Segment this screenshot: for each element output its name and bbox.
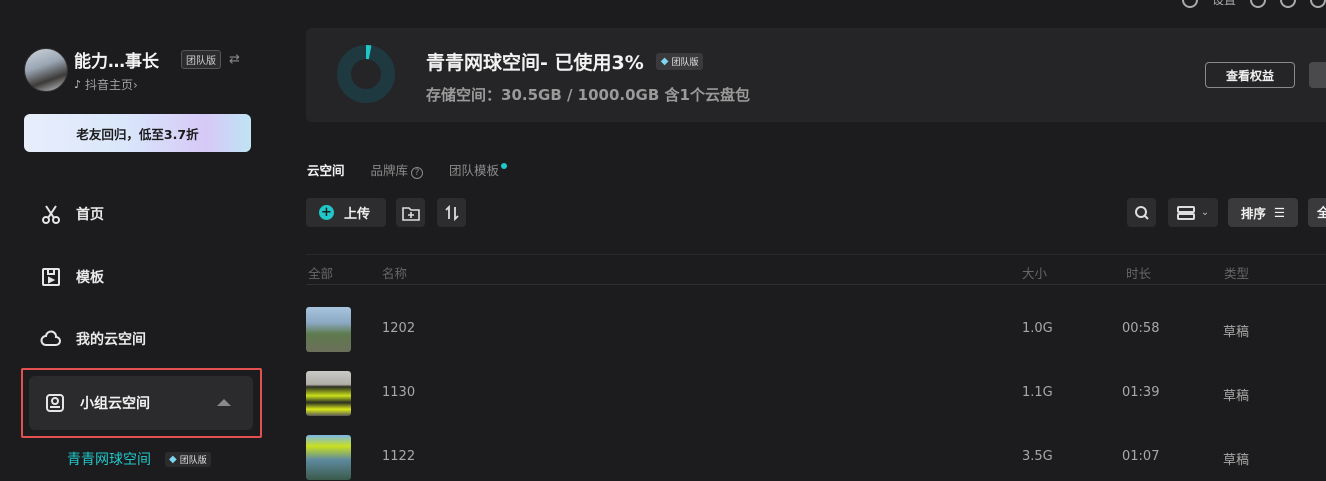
search-icon [1134,205,1149,220]
sort-icon: ☰ [1273,205,1286,220]
transfer-button[interactable] [437,198,466,227]
table-row[interactable]: 1202 1.0G 00:58 草稿 [306,307,1326,353]
view-mode-dropdown[interactable]: ⌄ [1168,198,1218,227]
notification-icon[interactable] [1280,0,1296,8]
upload-label: 上传 [344,207,371,222]
new-folder-icon [401,206,420,221]
douyin-label: 抖音主页› [85,78,138,92]
header-size: 大小 [1022,266,1048,281]
nav-group-cloud-label: 小组云空间 [80,396,150,412]
tab-brand-library[interactable]: 品牌库? [371,160,424,179]
new-dot-icon [501,163,508,169]
user-menu-icon[interactable] [1310,0,1326,8]
nav-templates[interactable]: 模板 [40,266,104,288]
row-name: 1202 [382,321,416,336]
switch-account-icon[interactable]: ⇄ [229,52,240,67]
thumbnail [306,371,351,416]
settings-icon[interactable] [1181,0,1198,8]
row-size: 3.5G [1022,449,1053,464]
diamond-icon: ◆ [660,56,669,67]
transfer-arrows-icon [444,204,459,221]
plus-icon: + [319,205,334,220]
storage-badge: ◆ 团队版 [655,53,704,70]
help-icon[interactable] [1250,0,1266,8]
nav-group-cloud[interactable]: 小组云空间 [29,376,253,430]
cloud-icon [40,330,61,346]
template-icon [42,268,60,286]
thumbnail [306,435,351,480]
row-type: 草稿 [1223,453,1250,468]
sort-button[interactable]: 排序 ☰ [1228,198,1298,227]
header-type: 类型 [1224,266,1250,281]
group-space-item[interactable]: 青青网球空间 ◆ 团队版 [67,449,211,469]
upload-button[interactable]: + 上传 [306,198,386,227]
profile[interactable]: 能力…事长 团队版 ⇄ ♪ 抖音主页› [24,47,240,93]
nav-home[interactable]: 首页 [40,203,104,225]
row-type: 草稿 [1223,325,1250,340]
sidebar: 能力…事长 团队版 ⇄ ♪ 抖音主页› 老友回归，低至3.7折 首页 模板 我的… [0,0,280,481]
upgrade-button[interactable] [1309,62,1326,88]
douyin-icon: ♪ [74,78,82,91]
tab-team-templates[interactable]: 团队模板 [449,160,508,179]
row-size: 1.0G [1022,321,1053,336]
row-name: 1122 [382,449,416,464]
storage-title-text: 青青网球空间- 已使用3% [426,52,644,74]
view-rights-button[interactable]: 查看权益 [1205,62,1295,88]
header-duration: 时长 [1126,266,1152,281]
diamond-icon: ◆ [169,453,177,465]
highlight-box: 小组云空间 [21,368,262,438]
settings-label[interactable]: 设置 [1212,0,1236,8]
table-header: 全部 名称 大小 时长 类型 [306,254,1326,285]
promo-banner[interactable]: 老友回归，低至3.7折 [24,114,251,152]
row-type: 草稿 [1223,389,1250,404]
app-window: 剪映 设置 能力…事长 团队版 ⇄ ♪ 抖音主页› 老友回归，低至3.7折 [0,0,1326,481]
group-space-name: 青青网球空间 [67,452,151,468]
row-size: 1.1G [1022,385,1053,400]
table-row[interactable]: 1122 3.5G 01:07 草稿 [306,435,1326,481]
douyin-link[interactable]: ♪ 抖音主页› [74,76,240,93]
thumbnail [306,307,351,352]
nav-my-cloud[interactable]: 我的云空间 [40,328,146,350]
row-name: 1130 [382,385,416,400]
row-duration: 01:07 [1122,449,1160,464]
new-folder-button[interactable] [396,198,425,227]
profile-info: 能力…事长 团队版 ⇄ ♪ 抖音主页› [74,47,240,93]
sort-label: 排序 [1240,206,1266,221]
nav-templates-label: 模板 [76,270,104,286]
storage-card: 青青网球空间- 已使用3% ◆ 团队版 存储空间：30.5GB / 1000.0G… [306,28,1326,122]
team-badge: 团队版 [181,50,221,69]
nav-my-cloud-label: 我的云空间 [76,332,146,348]
collapse-caret-icon[interactable] [217,399,231,406]
table-row[interactable]: 1130 1.1G 01:39 草稿 [306,371,1326,417]
avatar[interactable] [24,48,68,92]
chevron-down-icon: ⌄ [1200,207,1210,218]
group-space-badge: ◆ 团队版 [165,451,211,467]
profile-name[interactable]: 能力…事长 [74,47,159,72]
scissors-icon [42,205,60,224]
header-name: 名称 [382,266,408,281]
row-duration: 01:39 [1122,385,1160,400]
storage-title: 青青网球空间- 已使用3% ◆ 团队版 [426,48,704,75]
group-drive-icon [46,394,64,412]
tabs: 云空间 品牌库? 团队模板 [307,160,508,179]
top-right-controls: 设置 [1181,0,1326,8]
search-button[interactable] [1127,198,1156,227]
row-duration: 00:58 [1122,321,1160,336]
help-icon[interactable]: ? [411,167,424,179]
select-all-button[interactable]: 全 [1308,198,1326,227]
header-all[interactable]: 全部 [308,263,333,282]
tab-cloud-space[interactable]: 云空间 [307,160,345,179]
storage-subtitle: 存储空间：30.5GB / 1000.0GB 含1个云盘包 [426,86,750,104]
storage-usage-donut [337,45,395,103]
nav-home-label: 首页 [76,207,104,223]
list-view-icon [1176,205,1195,220]
